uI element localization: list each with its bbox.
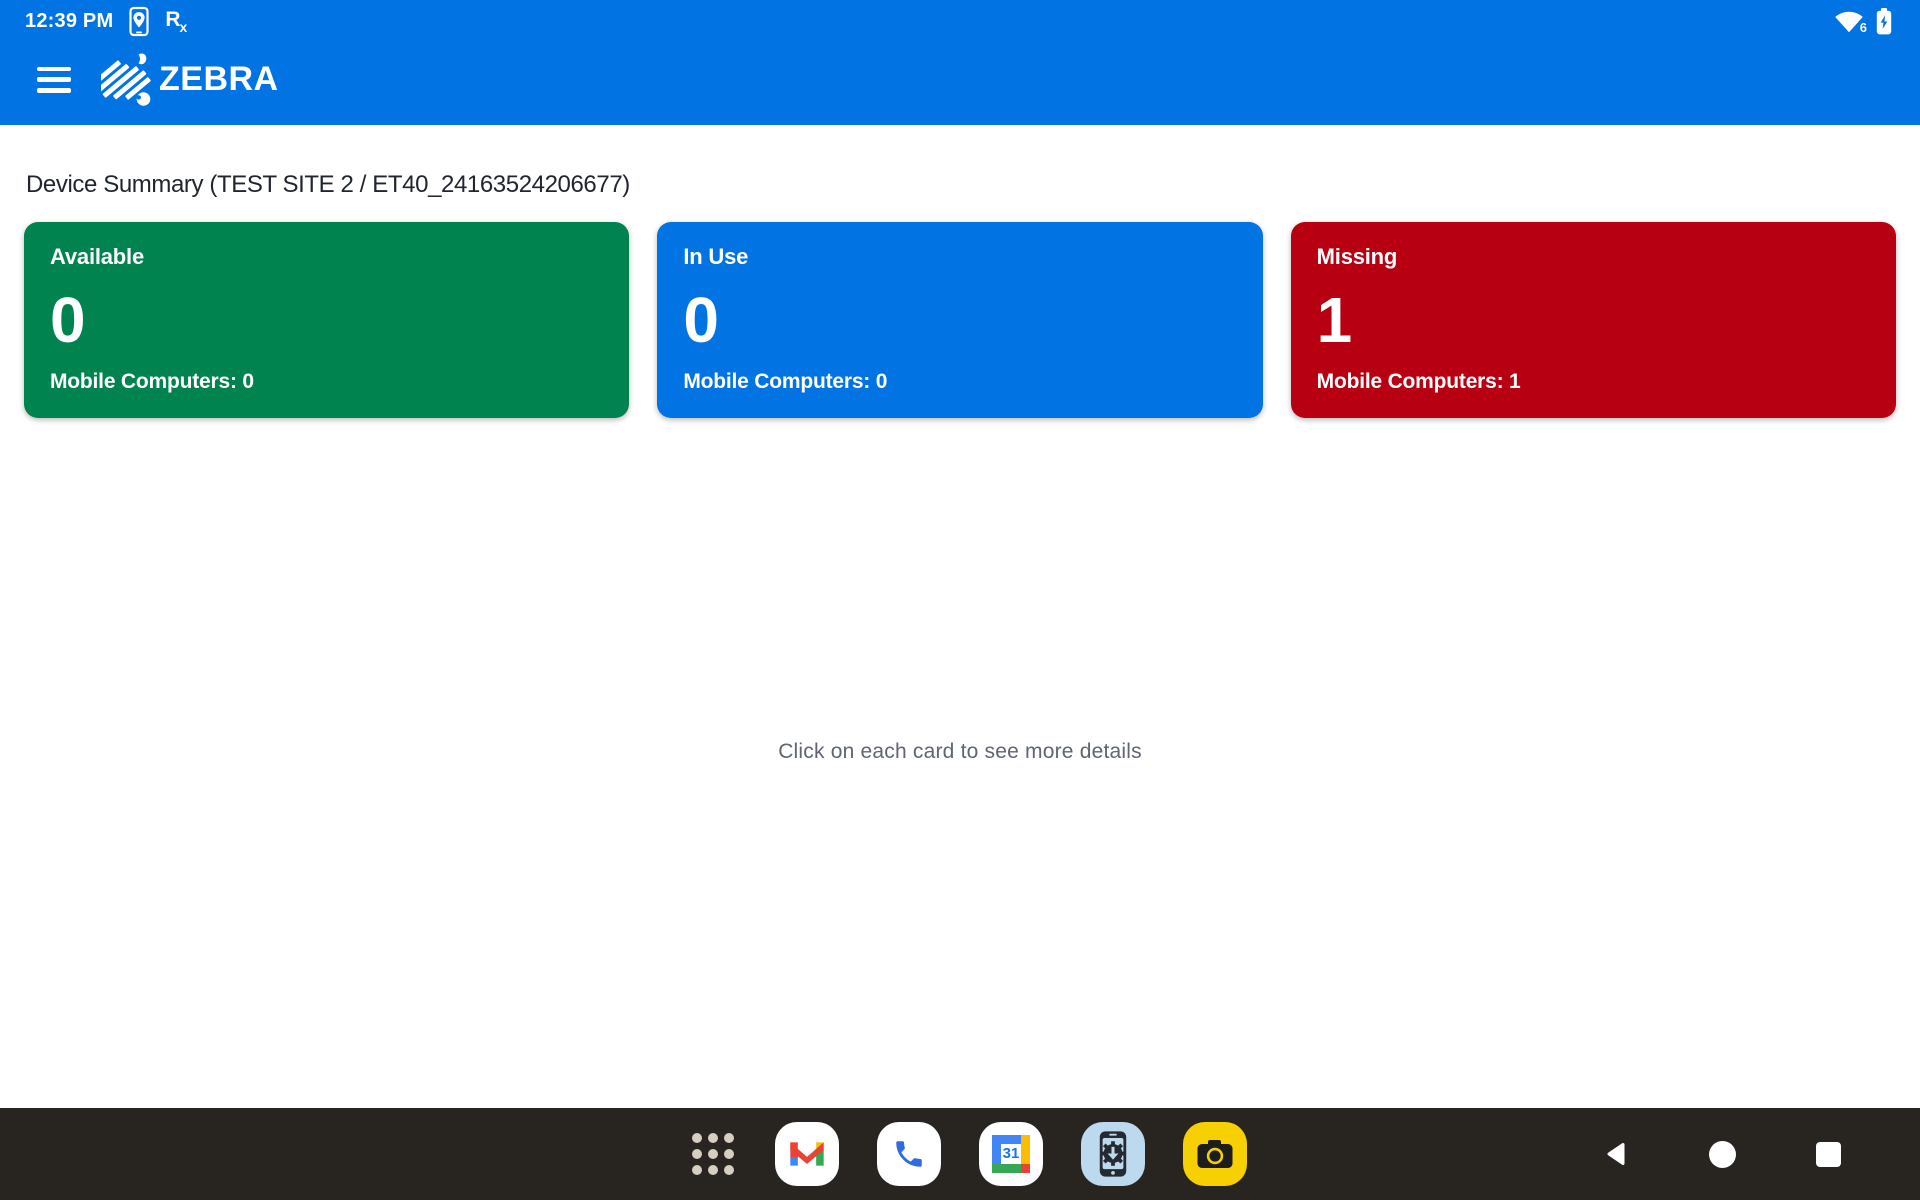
battery-charging-icon bbox=[1876, 8, 1892, 35]
calendar-app-icon[interactable]: 31 bbox=[979, 1122, 1043, 1186]
gmail-icon bbox=[787, 1138, 827, 1170]
zebra-logo: ZEBRA bbox=[101, 52, 279, 108]
card-count: 0 bbox=[683, 290, 1236, 351]
card-detail: Mobile Computers: 1 bbox=[1317, 370, 1870, 394]
phone-app-icon[interactable] bbox=[877, 1122, 941, 1186]
wifi6-label: 6 bbox=[1860, 20, 1867, 35]
card-count: 0 bbox=[50, 290, 603, 351]
card-missing[interactable]: Missing 1 Mobile Computers: 1 bbox=[1291, 222, 1896, 418]
clock: 12:39 PM bbox=[25, 10, 113, 33]
back-icon[interactable] bbox=[1600, 1138, 1632, 1170]
zebra-head-icon bbox=[101, 52, 153, 108]
rxlogger-icon: Rx bbox=[165, 9, 187, 34]
main-content: Device Summary (TEST SITE 2 / ET40_24163… bbox=[0, 125, 1920, 764]
card-count: 1 bbox=[1317, 290, 1870, 351]
dock-apps: 31 bbox=[689, 1108, 1247, 1200]
device-tracker-icon bbox=[129, 6, 149, 37]
card-in-use[interactable]: In Use 0 Mobile Computers: 0 bbox=[657, 222, 1262, 418]
status-bar: 12:39 PM Rx 6 bbox=[0, 0, 1920, 42]
navigation-keys bbox=[1600, 1108, 1844, 1200]
device-updater-app-icon[interactable] bbox=[1081, 1122, 1145, 1186]
phone-icon bbox=[892, 1137, 926, 1171]
page-title: Device Summary (TEST SITE 2 / ET40_24163… bbox=[26, 171, 1896, 199]
card-label: In Use bbox=[683, 244, 1236, 270]
hint-text: Click on each card to see more details bbox=[24, 740, 1896, 764]
brand-wordmark: ZEBRA bbox=[159, 60, 279, 99]
home-icon[interactable] bbox=[1706, 1138, 1738, 1170]
app-drawer-icon[interactable] bbox=[689, 1130, 737, 1178]
device-summary-cards: Available 0 Mobile Computers: 0 In Use 0… bbox=[24, 222, 1896, 418]
gmail-app-icon[interactable] bbox=[775, 1122, 839, 1186]
calendar-icon: 31 bbox=[992, 1135, 1030, 1173]
device-updater-icon bbox=[1096, 1129, 1130, 1179]
card-detail: Mobile Computers: 0 bbox=[50, 370, 603, 394]
menu-icon[interactable] bbox=[37, 67, 71, 93]
wifi-icon: 6 bbox=[1834, 8, 1864, 34]
camera-app-icon[interactable] bbox=[1183, 1122, 1247, 1186]
card-label: Missing bbox=[1317, 244, 1870, 270]
card-available[interactable]: Available 0 Mobile Computers: 0 bbox=[24, 222, 629, 418]
calendar-day-label: 31 bbox=[1001, 1144, 1021, 1164]
camera-icon bbox=[1196, 1138, 1234, 1170]
dock: 31 bbox=[0, 1108, 1920, 1200]
app-bar: ZEBRA bbox=[0, 42, 1920, 125]
card-detail: Mobile Computers: 0 bbox=[683, 370, 1236, 394]
card-label: Available bbox=[50, 244, 603, 270]
recents-icon[interactable] bbox=[1812, 1138, 1844, 1170]
